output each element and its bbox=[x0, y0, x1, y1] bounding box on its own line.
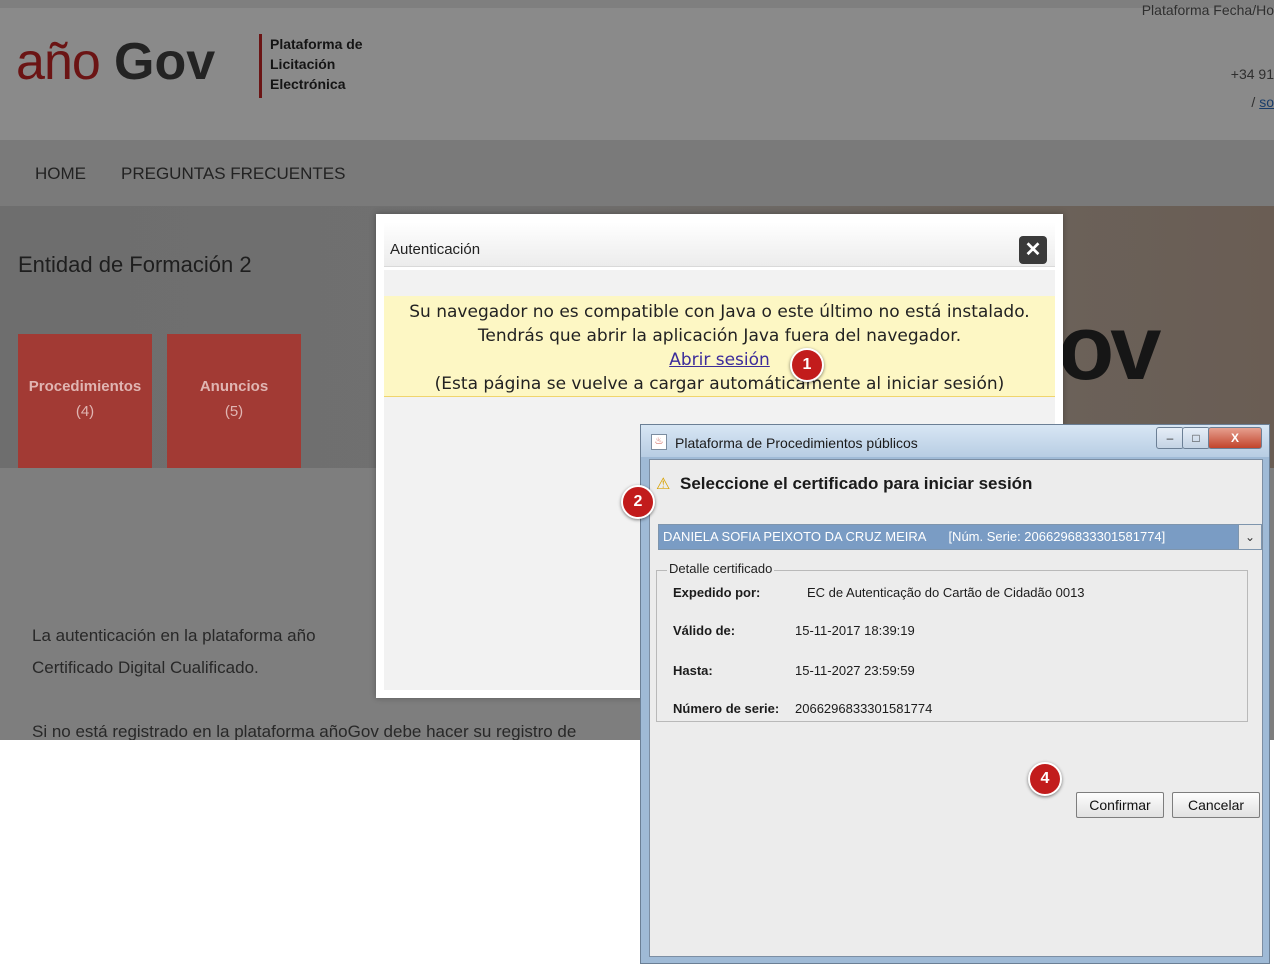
certificate-select[interactable]: DANIELA SOFIA PEIXOTO DA CRUZ MEIRA [Núm.… bbox=[658, 524, 1262, 550]
certificate-select-value: DANIELA SOFIA PEIXOTO DA CRUZ MEIRA [Núm.… bbox=[663, 529, 1165, 544]
auth-modal-title: Autenticación bbox=[390, 241, 481, 258]
dialog-body: ⚠ Seleccione el certificado para iniciar… bbox=[649, 459, 1263, 957]
tile-count: (4) bbox=[75, 403, 95, 420]
minimize-icon[interactable]: – bbox=[1156, 427, 1184, 449]
contact-phone: +34 91 bbox=[1230, 66, 1274, 82]
dialog-title: Plataforma de Procedimientos públicos bbox=[675, 435, 918, 451]
contact-link[interactable]: so bbox=[1259, 94, 1274, 110]
logo-tagline: Plataforma de Licitación Electrónica bbox=[270, 34, 363, 94]
serial-label: Número de serie: bbox=[673, 701, 780, 716]
valid-to-label: Hasta: bbox=[673, 663, 713, 678]
callout-badge-1: 1 bbox=[790, 348, 824, 382]
dialog-titlebar: ♨ Plataforma de Procedimientos públicos … bbox=[641, 425, 1269, 457]
auth-modal-header: Autenticación ✕ bbox=[384, 222, 1055, 267]
hero-banner-text: ov bbox=[1058, 297, 1161, 399]
valid-from-value: 15-11-2017 18:39:19 bbox=[795, 623, 915, 638]
certificate-detail-group: Detalle certificado Expedido por: EC de … bbox=[656, 561, 1248, 722]
nav-home[interactable]: HOME bbox=[35, 164, 86, 184]
warning-text: Tendrás que abrir la aplicación Java fue… bbox=[477, 326, 962, 346]
valid-from-label: Válido de: bbox=[673, 623, 736, 638]
site-header: año Gov Plataforma de Licitación Electró… bbox=[0, 2, 1274, 140]
chevron-down-icon[interactable]: ⌄ bbox=[1238, 525, 1261, 549]
auth-info-text: Certificado Digital Cualificado. bbox=[32, 658, 259, 677]
warning-text: Su navegador no es compatible con Java o… bbox=[409, 302, 1030, 322]
cancel-button[interactable]: Cancelar bbox=[1172, 792, 1260, 818]
logo-tagline-line: Licitación bbox=[270, 56, 336, 72]
logo-divider bbox=[259, 34, 262, 98]
platform-datetime-label: Plataforma Fecha/Ho bbox=[1141, 2, 1274, 18]
contact-link-wrap: / so bbox=[1251, 94, 1274, 110]
callout-badge-2: 2 bbox=[621, 485, 655, 519]
logo-ano-text: año bbox=[16, 33, 101, 91]
main-nav: HOME PREGUNTAS FRECUENTES bbox=[0, 140, 1274, 206]
auth-info-text: La autenticación en la plataforma año bbox=[32, 626, 316, 645]
warning-text: (Esta página se vuelve a cargar automáti… bbox=[434, 374, 1005, 394]
certificate-holder: DANIELA SOFIA PEIXOTO DA CRUZ MEIRA bbox=[663, 529, 927, 544]
entity-title: Entidad de Formación 2 bbox=[18, 252, 252, 277]
serial-value: 2066296833301581774 bbox=[795, 701, 933, 716]
tile-count: (5) bbox=[224, 403, 244, 420]
close-icon[interactable]: X bbox=[1208, 427, 1262, 449]
java-icon: ♨ bbox=[651, 434, 667, 450]
logo-tagline-line: Plataforma de bbox=[270, 36, 363, 52]
java-warning-box: Su navegador no es compatible con Java o… bbox=[384, 296, 1055, 397]
issuer-value: EC de Autenticação do Cartão de Cidadão … bbox=[807, 585, 1085, 600]
dialog-heading: Seleccione el certificado para iniciar s… bbox=[680, 474, 1033, 493]
close-icon[interactable]: ✕ bbox=[1019, 236, 1047, 264]
valid-to-value: 15-11-2027 23:59:59 bbox=[795, 663, 915, 678]
tile-label: Anuncios bbox=[199, 378, 269, 395]
logo-gov-text: Gov bbox=[114, 33, 216, 91]
tile-label: Procedimientos bbox=[28, 378, 142, 395]
certificate-serial: [Núm. Serie: 2066296833301581774] bbox=[948, 529, 1166, 544]
certificate-dialog: ♨ Plataforma de Procedimientos públicos … bbox=[640, 424, 1270, 964]
tile-procedimientos[interactable]: Procedimientos (4) bbox=[18, 334, 152, 468]
tile-anuncios[interactable]: Anuncios (5) bbox=[167, 334, 301, 468]
nav-faq[interactable]: PREGUNTAS FRECUENTES bbox=[121, 164, 346, 184]
callout-badge-4: 4 bbox=[1028, 762, 1062, 796]
logo-tagline-line: Electrónica bbox=[270, 76, 346, 92]
warning-icon: ⚠ bbox=[656, 476, 671, 493]
maximize-icon[interactable]: □ bbox=[1182, 427, 1210, 449]
detail-legend: Detalle certificado bbox=[667, 561, 775, 576]
register-info-text: Si no está registrado en la plataforma a… bbox=[32, 722, 577, 740]
confirm-button[interactable]: Confirmar bbox=[1076, 792, 1164, 818]
open-session-link[interactable]: Abrir sesión bbox=[669, 350, 770, 370]
issuer-label: Expedido por: bbox=[673, 585, 761, 600]
